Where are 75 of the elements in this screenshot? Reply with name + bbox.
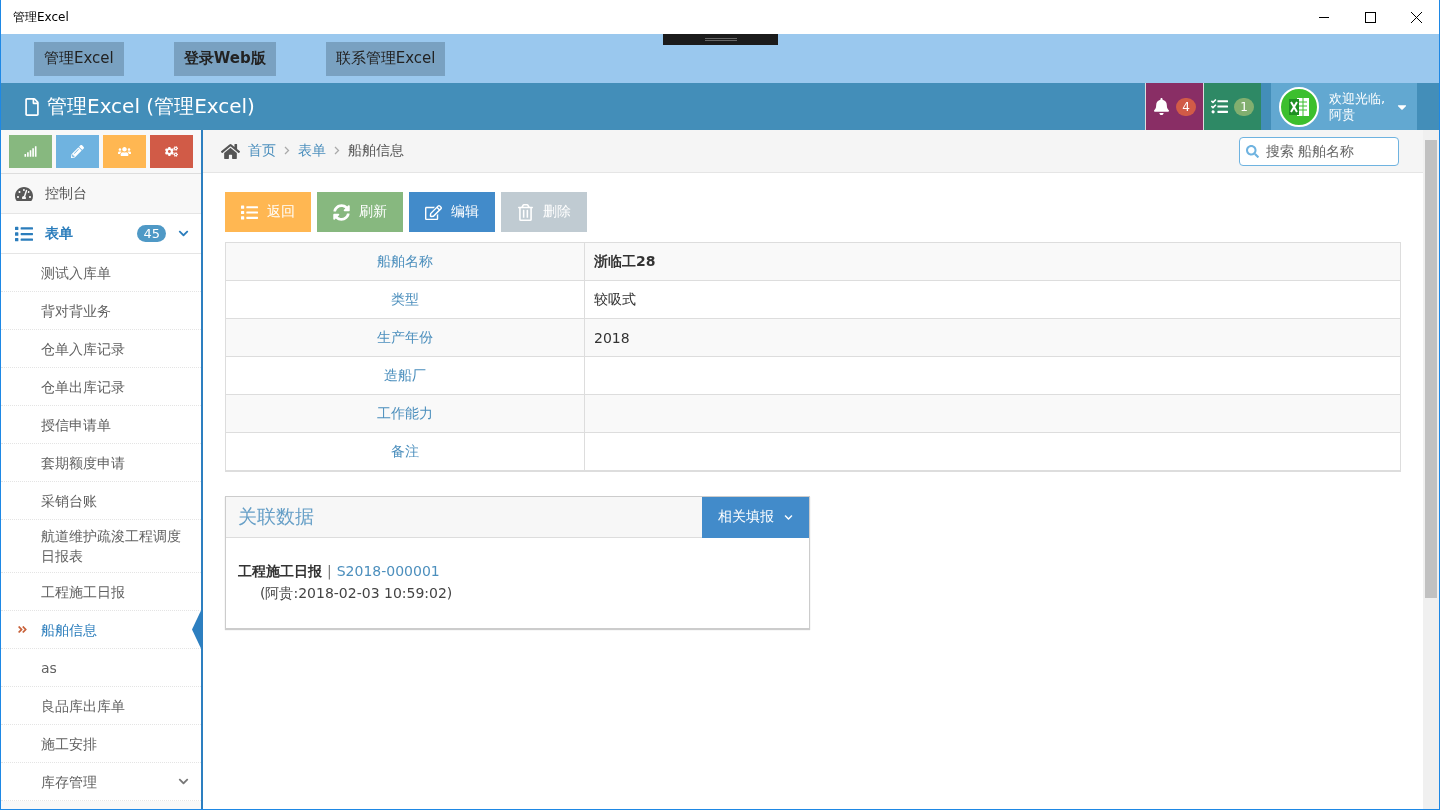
chevron-right-icon	[284, 146, 290, 155]
drag-handle[interactable]	[663, 34, 778, 45]
tasks-icon	[1211, 98, 1229, 115]
menu-item[interactable]: 授信申请单	[1, 406, 201, 444]
breadcrumb-link[interactable]: 表单	[298, 142, 326, 160]
field-value: 浙临工28	[585, 243, 1400, 281]
pencil-icon	[71, 145, 84, 158]
menu-item[interactable]: 库存管理	[1, 763, 201, 801]
chevron-right-icon	[334, 146, 340, 155]
scrollbar[interactable]	[1423, 130, 1439, 809]
count-badge: 45	[137, 225, 166, 242]
nav-button[interactable]: 管理Excel	[34, 41, 124, 76]
edit-button[interactable]: 编辑	[409, 192, 495, 232]
users-icon	[118, 145, 131, 158]
menu-item[interactable]: 采销台账	[1, 482, 201, 520]
refresh-icon	[333, 203, 350, 221]
shortcut-button[interactable]	[103, 135, 146, 168]
double-chevron-icon	[17, 624, 28, 635]
home-icon	[221, 141, 240, 161]
nav-button[interactable]: 登录Web版	[173, 41, 276, 76]
menu-item[interactable]: 仓单出库记录	[1, 368, 201, 406]
app-title: 管理Excel (管理Excel)	[47, 93, 256, 120]
shortcut-button[interactable]	[9, 135, 52, 168]
menu-item[interactable]: 仓单入库记录	[1, 330, 201, 368]
list-icon	[241, 203, 258, 221]
menu-item[interactable]: 施工安排	[1, 725, 201, 763]
app-logo-icon	[1279, 86, 1319, 127]
chevron-icon	[784, 512, 793, 522]
menu-item[interactable]: 航道维护疏浚工程调度日报表	[1, 520, 201, 573]
record-link[interactable]: S2018-000001	[336, 560, 440, 582]
notification-count: 4	[1176, 97, 1196, 116]
user-greeting: 欢迎光临, 阿贵	[1329, 90, 1386, 123]
menu-item[interactable]: 背对背业务	[1, 292, 201, 330]
bell-icon	[1153, 98, 1171, 115]
close-icon	[1410, 11, 1422, 23]
maximize-icon	[1364, 11, 1376, 23]
field-label: 造船厂	[226, 357, 585, 395]
menu-item[interactable]: 测试入库单	[1, 254, 201, 292]
field-label: 生产年份	[226, 319, 585, 357]
window-title: 管理Excel	[13, 8, 70, 26]
shortcut-button[interactable]	[150, 135, 193, 168]
search-icon	[1246, 144, 1259, 158]
dashboard-icon	[15, 184, 33, 203]
gears-icon	[165, 145, 178, 158]
shortcut-button[interactable]	[56, 135, 99, 168]
chevron-icon	[178, 228, 189, 239]
search-field[interactable]: 搜索 船舶名称	[1239, 136, 1399, 166]
menu-item[interactable]: as	[1, 649, 201, 687]
menu-item[interactable]: 套期额度申请	[1, 444, 201, 482]
menu-item[interactable]: 船舶信息	[1, 611, 201, 649]
trash-icon	[517, 203, 534, 221]
chevron-icon	[178, 776, 189, 787]
signal-bars-icon	[24, 145, 37, 158]
separator: |	[327, 562, 332, 582]
task-count: 1	[1234, 97, 1254, 116]
menu-item[interactable]: 良品库出库单	[1, 687, 201, 725]
field-value: 2018	[585, 319, 1400, 357]
edit-icon	[425, 203, 442, 221]
breadcrumb-link[interactable]: 首页	[248, 142, 276, 160]
breadcrumb-current: 船舶信息	[348, 142, 404, 160]
notifications-button[interactable]: 4	[1145, 83, 1203, 130]
minimize-icon	[1319, 16, 1329, 18]
field-label: 工作能力	[226, 395, 585, 433]
document-icon	[23, 97, 41, 116]
field-label: 船舶名称	[226, 243, 585, 281]
related-forms-button[interactable]: 相关填报	[702, 496, 809, 538]
record-meta: (阿贵:2018-02-03 10:59:02)	[259, 584, 454, 603]
list-icon	[15, 224, 33, 243]
menu-item[interactable]: 工程施工日报	[1, 573, 201, 611]
field-label: 类型	[226, 281, 585, 319]
panel-title: 关联数据	[237, 504, 315, 529]
field-label: 备注	[226, 433, 585, 471]
form-name: 工程施工日报	[238, 562, 322, 581]
nav-button[interactable]: 联系管理Excel	[325, 41, 446, 76]
menu-item[interactable]: 表单 45	[1, 214, 201, 254]
